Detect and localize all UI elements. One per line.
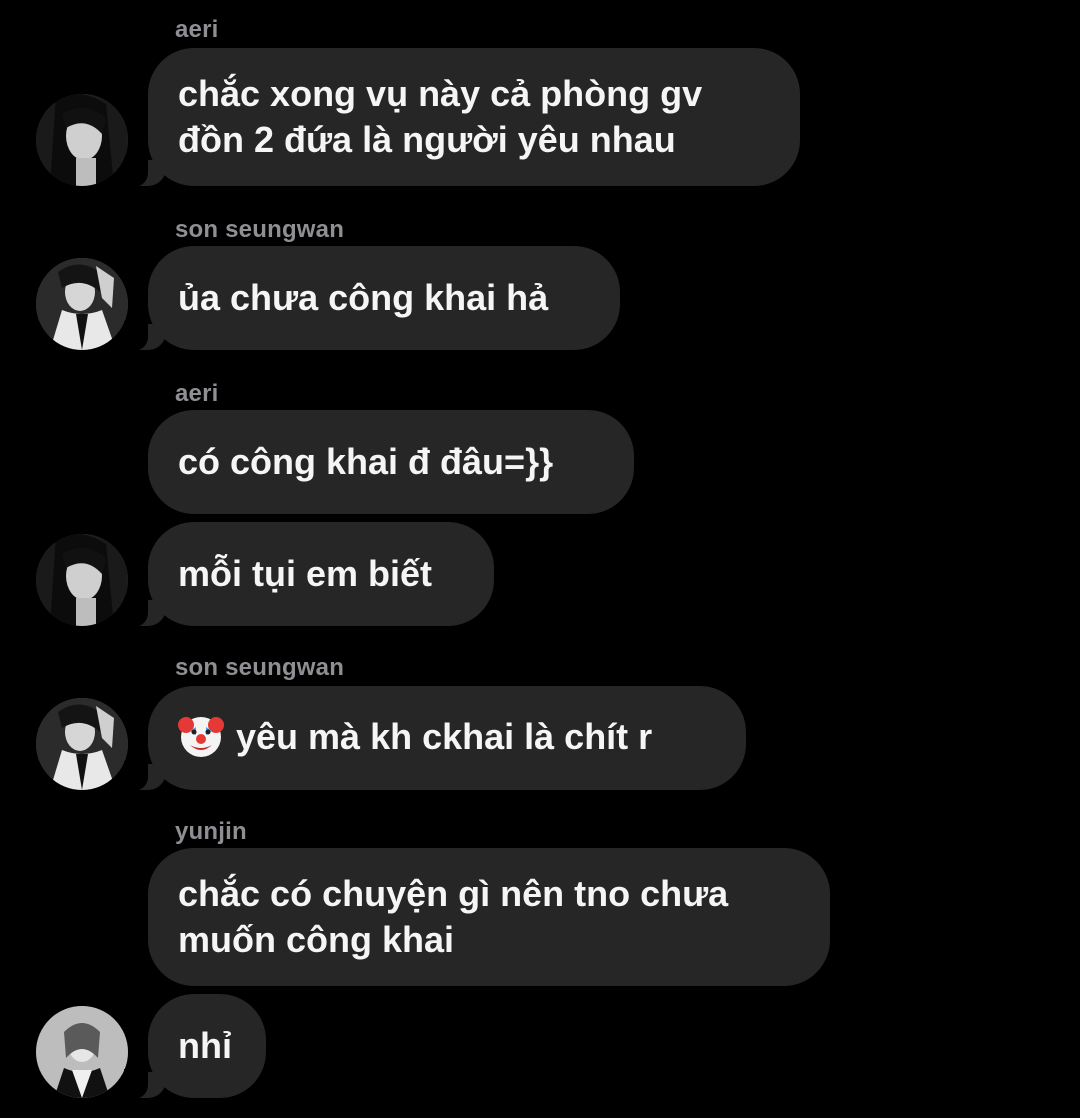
clown-face-icon	[178, 717, 224, 758]
message-text-content: yêu mà kh ckhai là chít r	[236, 715, 653, 757]
avatar-son-seungwan[interactable]	[36, 258, 128, 350]
sender-name: yunjin	[175, 818, 247, 845]
sender-name: aeri	[175, 16, 219, 43]
message-bubble[interactable]: ủa chưa công khai hả	[124, 246, 620, 351]
sender-name: aeri	[175, 380, 219, 407]
sender-name: son seungwan	[175, 216, 345, 243]
message-text: chắc xong vụ này cả phòng gv	[178, 73, 703, 114]
message-text: ủa chưa công khai hả	[178, 277, 549, 318]
sender-name: son seungwan	[175, 654, 345, 681]
avatar-son-seungwan[interactable]	[36, 698, 128, 790]
message-bubble[interactable]: có công khai đ đâu=}}	[148, 410, 634, 514]
message-text: nhỉ	[178, 1025, 232, 1066]
avatar-aeri[interactable]	[36, 534, 128, 626]
message-bubble[interactable]: chắc có chuyện gì nên tno chưa muốn công…	[148, 848, 830, 986]
message-text: yêu mà kh ckhai là chít r	[178, 714, 716, 762]
avatar-aeri[interactable]	[36, 94, 128, 186]
message-bubble[interactable]: mỗi tụi em biết	[124, 522, 494, 627]
message-bubble[interactable]: nhỉ	[124, 994, 266, 1099]
avatar-yunjin[interactable]	[36, 1006, 128, 1098]
message-bubble[interactable]: yêu mà kh ckhai là chít r	[124, 686, 746, 791]
message-text: đồn 2 đứa là người yêu nhau	[178, 119, 676, 160]
message-text: mỗi tụi em biết	[178, 553, 433, 594]
message-bubble[interactable]: chắc xong vụ này cả phòng gv đồn 2 đứa l…	[124, 48, 800, 187]
message-text: muốn công khai	[178, 919, 455, 960]
message-text: chắc có chuyện gì nên tno chưa	[178, 873, 729, 914]
message-text: có công khai đ đâu=}}	[178, 441, 554, 482]
